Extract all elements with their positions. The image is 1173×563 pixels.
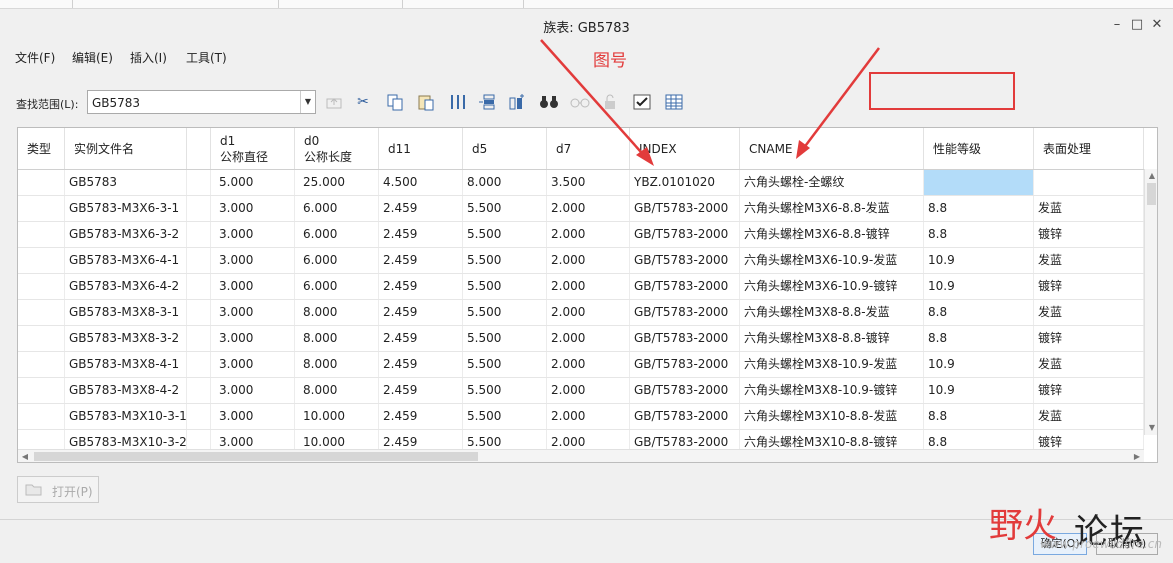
- annotation-arrow: [540, 39, 650, 162]
- annotation-arrow: [799, 47, 880, 154]
- open-button-label: 打开(P): [52, 485, 93, 499]
- open-button[interactable]: 打开(P): [17, 476, 99, 503]
- watermark-url: www.proewildfire.cn: [1040, 537, 1162, 551]
- annotation-arrows: [540, 39, 880, 166]
- open-folder-icon: [25, 481, 43, 501]
